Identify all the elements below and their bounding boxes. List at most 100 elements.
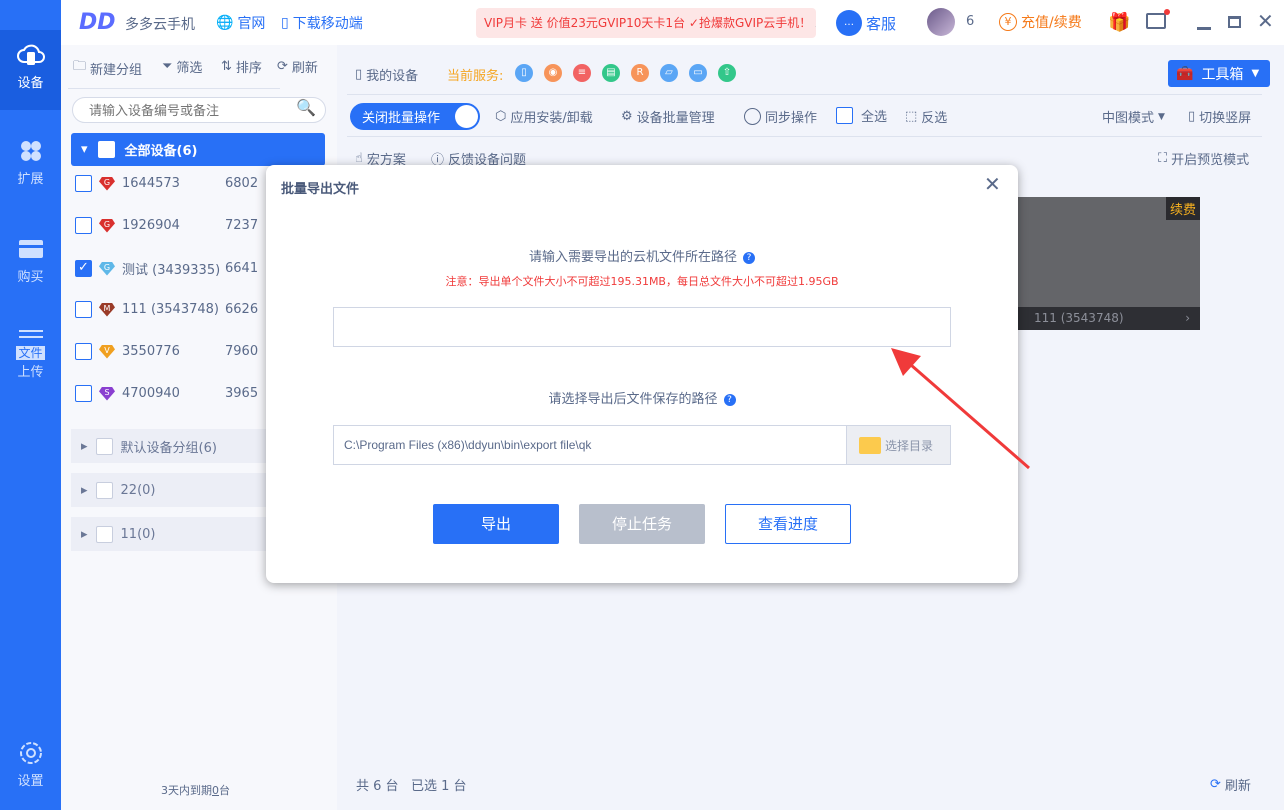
folder-add-icon: 🗀: [73, 59, 87, 74]
radio-icon: [744, 108, 761, 125]
nav-devices[interactable]: 设备: [0, 30, 61, 110]
settings-service-icon[interactable]: ≡: [573, 64, 591, 82]
device-search-input[interactable]: [72, 97, 326, 123]
my-devices-tab[interactable]: ▯ 我的设备: [355, 65, 418, 84]
minimize-button[interactable]: [1197, 27, 1211, 30]
device-checkbox[interactable]: [75, 343, 92, 360]
toolbox-label: 工具箱: [1201, 66, 1244, 83]
all-devices-group[interactable]: ▾ 全部设备(6): [71, 133, 325, 166]
nav-label: 扩展: [17, 172, 44, 187]
mail-icon[interactable]: [1146, 9, 1170, 29]
maximize-button[interactable]: [1228, 16, 1241, 28]
switch-portrait-label: 切换竖屏: [1199, 111, 1252, 126]
select-all-checkbox[interactable]: [836, 107, 853, 124]
title-bar: DD 多多云手机 🌐 官网 ▯ 下载移动端 VIP月卡 送 价值23元GVIP10天…: [61, 0, 1284, 45]
all-devices-checkbox[interactable]: [97, 141, 115, 158]
card-device-name: 111 (3543748): [1034, 311, 1124, 325]
batch-toggle[interactable]: 关闭批量操作: [350, 103, 480, 130]
invert-button[interactable]: ⬚ 反选: [905, 107, 947, 126]
preview-mode-button[interactable]: ⛶ 开启预览模式: [1158, 149, 1249, 168]
export-button[interactable]: 导出: [433, 504, 559, 544]
batch-manage-button[interactable]: ⚙ 设备批量管理: [621, 107, 715, 126]
choose-dir-button[interactable]: 选择目录: [846, 426, 950, 464]
refresh-label: 刷新: [1224, 779, 1251, 794]
current-service-label: 当前服务:: [447, 69, 504, 84]
new-group-button[interactable]: 🗀 新建分组: [73, 57, 142, 79]
toolbox-button[interactable]: 🧰 工具箱 ▼: [1168, 60, 1270, 87]
select-all-button[interactable]: 全选: [836, 106, 887, 125]
close-window-button[interactable]: ✕: [1257, 9, 1274, 33]
view-progress-button[interactable]: 查看进度: [725, 504, 851, 544]
device-checkbox[interactable]: [75, 301, 92, 318]
clover-icon: [20, 141, 41, 161]
device-row[interactable]: ✓ G 测试 (3439335) 6641: [75, 259, 275, 278]
device-checkbox[interactable]: [75, 217, 92, 234]
device-checkbox[interactable]: [75, 175, 92, 192]
caret-right-icon: ▸: [81, 438, 88, 454]
gift-icon[interactable]: 🎁: [1108, 12, 1130, 33]
list-service-icon[interactable]: ▤: [602, 64, 620, 82]
download-link[interactable]: ▯ 下载移动端: [281, 13, 363, 33]
device-row[interactable]: S 4700940 3965: [75, 385, 275, 402]
screen-service-icon[interactable]: ▭: [689, 64, 707, 82]
refresh-button[interactable]: ⟳ 刷新: [277, 57, 318, 76]
chevron-right-icon[interactable]: ›: [1185, 307, 1190, 330]
help-icon[interactable]: ?: [723, 394, 736, 406]
upload-service-icon[interactable]: ⇧: [718, 64, 736, 82]
promo-banner[interactable]: VIP月卡 送 价值23元GVIP10天卡1台 ✓抢爆款GVIP云手机！ 🔈: [476, 8, 816, 38]
preview-label: 开启预览模式: [1171, 153, 1250, 168]
avatar[interactable]: [927, 8, 955, 36]
source-path-input[interactable]: [333, 307, 951, 347]
sync-button[interactable]: 同步操作: [744, 107, 817, 126]
expiring-count[interactable]: 0: [212, 784, 219, 797]
filter-button[interactable]: ⏷ 筛选: [162, 57, 202, 76]
app-install-button[interactable]: ⬡ 应用安装/卸载: [495, 107, 593, 126]
phone-service-icon[interactable]: ▯: [515, 64, 533, 82]
card-icon: [18, 240, 43, 258]
nav-extend[interactable]: 扩展: [0, 138, 61, 187]
group-checkbox[interactable]: [95, 481, 113, 499]
device-row[interactable]: G 1644573 6802: [75, 175, 275, 192]
group-checkbox[interactable]: [95, 437, 113, 455]
refresh-icon: ⟳: [1210, 777, 1221, 792]
customer-service[interactable]: … 客服: [836, 10, 896, 36]
search-icon[interactable]: 🔍: [296, 98, 316, 117]
switch-portrait-button[interactable]: ▯ 切换竖屏: [1188, 107, 1251, 126]
close-dialog-button[interactable]: ✕: [984, 172, 1001, 196]
expiring-label: 3天内到期: [161, 784, 212, 797]
group-checkbox[interactable]: [95, 525, 113, 543]
device-checkbox[interactable]: ✓: [75, 260, 92, 277]
gear-icon: [19, 742, 42, 764]
nav-settings[interactable]: 设置: [0, 740, 61, 789]
r-service-icon[interactable]: R: [631, 64, 649, 82]
renew-badge[interactable]: 续费: [1165, 197, 1200, 220]
recharge-button[interactable]: ¥ 充值/续费: [999, 12, 1082, 32]
source-label-text: 请输入需要导出的云机文件所在路径: [528, 250, 737, 265]
device-checkbox[interactable]: [75, 385, 92, 402]
device-row[interactable]: G 1926904 7237: [75, 217, 275, 234]
hand-icon: ☝: [355, 151, 363, 166]
nav-buy[interactable]: 购买: [0, 236, 61, 285]
caret-down-icon: ▾: [81, 142, 88, 157]
website-link[interactable]: 🌐 官网: [216, 13, 265, 33]
device-row[interactable]: V 3550776 7960: [75, 343, 275, 360]
location-service-icon[interactable]: ◉: [544, 64, 562, 82]
device-row[interactable]: M 111 (3543748) 6626: [75, 301, 275, 318]
view-mode-select[interactable]: 中图模式 ▼: [1102, 107, 1165, 126]
total-count: 共 6 台: [356, 779, 399, 794]
tier-gem-icon: M: [99, 302, 115, 317]
nav-upload[interactable]: 文件 上传: [0, 328, 61, 380]
globe-icon: 🌐: [216, 15, 234, 31]
sort-button[interactable]: ⇅ 排序: [221, 57, 262, 76]
folder-icon: [859, 436, 881, 454]
dest-label: 请选择导出后文件保存的路径?: [266, 388, 1018, 407]
dest-path-input[interactable]: [334, 426, 846, 464]
refresh-button[interactable]: ⟳ 刷新: [1210, 775, 1251, 794]
invert-label: 反选: [921, 111, 948, 126]
help-icon[interactable]: ?: [743, 252, 755, 264]
website-label: 官网: [237, 16, 266, 32]
dialog-title: 批量导出文件: [281, 182, 360, 197]
rotate-service-icon[interactable]: ▱: [660, 64, 678, 82]
stop-task-button[interactable]: 停止任务: [579, 504, 705, 544]
status-summary: 共 6 台 已选 1 台: [356, 775, 467, 794]
